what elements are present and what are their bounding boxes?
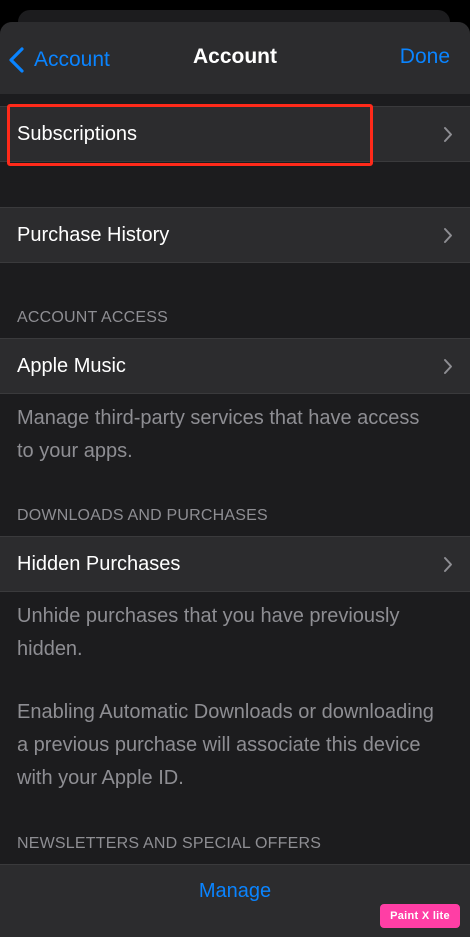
hidden-purchases-row[interactable]: Hidden Purchases — [0, 536, 470, 592]
section-header-newsletters: NEWSLETTERS AND SPECIAL OFFERS — [17, 835, 322, 852]
section-header-downloads-purchases: DOWNLOADS AND PURCHASES — [17, 507, 268, 524]
chevron-right-icon — [444, 126, 452, 142]
done-button[interactable]: Done — [400, 45, 450, 69]
purchase-history-row[interactable]: Purchase History — [0, 207, 470, 263]
back-button-label: Account — [34, 48, 110, 71]
subscriptions-label: Subscriptions — [17, 122, 138, 145]
hidden-purchases-footnote: Unhide purchases that you have previousl… — [17, 605, 400, 660]
chevron-right-icon — [444, 556, 452, 572]
purchase-history-label: Purchase History — [17, 223, 170, 246]
back-button[interactable]: Account — [8, 40, 110, 80]
section-header-account-access: ACCOUNT ACCESS — [17, 309, 168, 326]
hidden-purchases-label: Hidden Purchases — [17, 552, 181, 575]
apple-music-row[interactable]: Apple Music — [0, 338, 470, 394]
auto-downloads-footnote: Enabling Automatic Downloads or download… — [17, 701, 434, 789]
account-sheet: Account Account Done Subscriptions Purch… — [0, 22, 470, 937]
apple-music-label: Apple Music — [17, 354, 126, 377]
watermark-badge: Paint X lite — [380, 904, 460, 928]
chevron-right-icon — [444, 358, 452, 374]
chevron-left-icon — [9, 47, 24, 73]
subscriptions-row[interactable]: Subscriptions — [0, 106, 470, 162]
navigation-bar: Account Account Done — [0, 22, 470, 94]
apple-music-footnote: Manage third-party services that have ac… — [17, 407, 420, 462]
chevron-right-icon — [444, 227, 452, 243]
